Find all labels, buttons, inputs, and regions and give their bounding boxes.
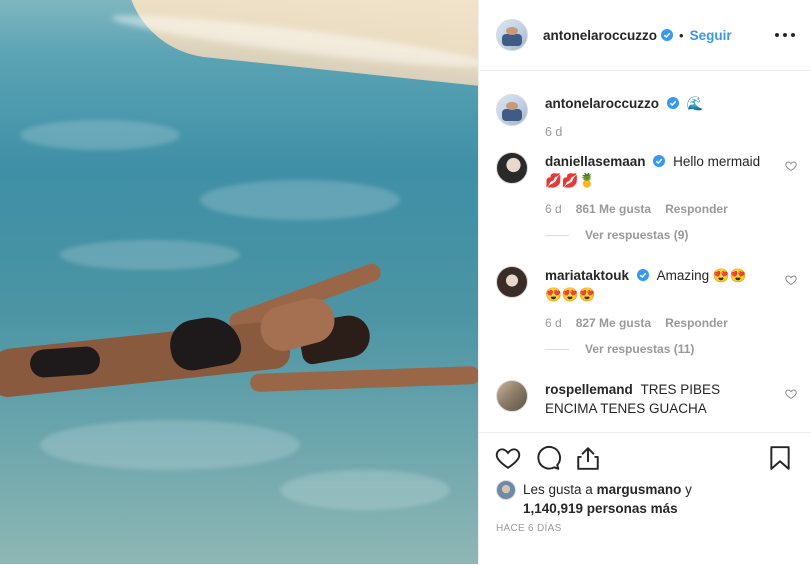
- liker-avatar[interactable]: [496, 480, 516, 500]
- likes-prefix: Les gusta a: [523, 482, 593, 497]
- likes-summary: Les gusta a margusmano y 1,140,919 perso…: [496, 480, 692, 518]
- verified-badge-icon: [666, 97, 679, 109]
- comment-content-line2: 😍😍😍: [545, 287, 596, 302]
- likes-conjunction: y: [685, 482, 692, 497]
- separator-dot: •: [679, 27, 684, 43]
- photo-ripple: [200, 180, 400, 220]
- comment-item: mariataktouk Amazing 😍😍 😍😍😍 6 d 827 Me g…: [496, 266, 797, 356]
- share-icon[interactable]: [575, 445, 601, 471]
- comment-text: daniellasemaan Hello mermaid 💋💋🍍: [545, 152, 775, 190]
- comment-content: Amazing 😍😍: [656, 268, 747, 283]
- bookmark-icon[interactable]: [767, 445, 793, 471]
- comment-time[interactable]: 6 d: [545, 316, 562, 330]
- post-header: antonelaroccuzzo • Seguir: [479, 0, 811, 71]
- view-replies-label: Ver respuestas (11): [585, 342, 695, 356]
- comment-body: rospellemand TRES PIBES ENCIMA TENES GUA…: [545, 380, 797, 418]
- comment-item: daniellasemaan Hello mermaid 💋💋🍍 6 d 861…: [496, 152, 797, 242]
- caption: antonelaroccuzzo 🌊 6 d: [496, 94, 796, 139]
- comments-list[interactable]: antonelaroccuzzo 🌊 6 d daniellasemaan He…: [479, 72, 811, 432]
- comment-content: Hello mermaid: [673, 154, 761, 169]
- author-username[interactable]: antonelaroccuzzo: [543, 28, 657, 43]
- comment-text: mariataktouk Amazing 😍😍 😍😍😍: [545, 266, 775, 304]
- photo-ripple: [40, 420, 300, 470]
- caption-text: antonelaroccuzzo 🌊: [545, 94, 775, 113]
- action-bar: [495, 445, 795, 473]
- heart-icon[interactable]: [495, 445, 521, 471]
- photo-swimwear: [29, 345, 101, 379]
- comment-heart-icon[interactable]: [785, 274, 797, 286]
- commenter-avatar[interactable]: [496, 380, 528, 412]
- view-replies-label: Ver respuestas (9): [585, 228, 689, 242]
- caption-time[interactable]: 6 d: [545, 125, 775, 139]
- comment-text: rospellemand TRES PIBES ENCIMA TENES GUA…: [545, 380, 775, 418]
- commenter-avatar[interactable]: [496, 266, 528, 298]
- commenter-avatar[interactable]: [496, 152, 528, 184]
- photo-ripple: [20, 120, 180, 150]
- comment-likes[interactable]: 861 Me gusta: [576, 202, 651, 216]
- post-actions: Les gusta a margusmano y 1,140,919 perso…: [479, 432, 811, 565]
- comment-body: daniellasemaan Hello mermaid 💋💋🍍 6 d 861…: [545, 152, 797, 242]
- comment-likes[interactable]: 827 Me gusta: [576, 316, 651, 330]
- photo-ripple: [60, 240, 240, 270]
- comment-meta: 6 d 827 Me gusta Responder: [545, 316, 775, 330]
- author-info: antonelaroccuzzo • Seguir: [543, 28, 732, 43]
- reply-button[interactable]: Responder: [665, 202, 728, 216]
- comment-heart-icon[interactable]: [785, 160, 797, 172]
- verified-badge-icon: [661, 29, 674, 41]
- comment-heart-icon[interactable]: [785, 388, 797, 400]
- comment-content-line2: 💋💋🍍: [545, 173, 596, 188]
- comment-content: TRES PIBES: [640, 382, 721, 397]
- photo-ripple: [280, 470, 450, 510]
- follow-button[interactable]: Seguir: [690, 28, 732, 43]
- author-avatar[interactable]: [496, 19, 528, 51]
- replies-divider: [545, 234, 569, 236]
- post-side-panel: antonelaroccuzzo • Seguir antonelaroccuz…: [478, 0, 811, 564]
- view-replies-button[interactable]: Ver respuestas (9): [545, 228, 775, 242]
- author-avatar[interactable]: [496, 94, 528, 126]
- comment-time[interactable]: 6 d: [545, 202, 562, 216]
- reply-button[interactable]: Responder: [665, 316, 728, 330]
- comment-username[interactable]: mariataktouk: [545, 268, 629, 283]
- comment-content-line2: ENCIMA TENES GUACHA: [545, 401, 707, 416]
- comment-meta: 6 d 861 Me gusta Responder: [545, 202, 775, 216]
- caption-body: antonelaroccuzzo 🌊 6 d: [545, 94, 775, 139]
- verified-badge-icon: [653, 155, 666, 167]
- post-photo[interactable]: [0, 0, 478, 564]
- post-date[interactable]: HACE 6 DÍAS: [496, 523, 562, 534]
- replies-divider: [545, 348, 569, 350]
- liker-username[interactable]: margusmano: [597, 482, 682, 497]
- more-options-icon[interactable]: [775, 26, 795, 44]
- comment-username[interactable]: rospellemand: [545, 382, 633, 397]
- view-replies-button[interactable]: Ver respuestas (11): [545, 342, 775, 356]
- photo-arm: [249, 365, 478, 393]
- verified-badge-icon: [636, 269, 649, 281]
- caption-username[interactable]: antonelaroccuzzo: [545, 96, 659, 111]
- likes-text: Les gusta a margusmano y 1,140,919 perso…: [523, 480, 692, 518]
- comment-username[interactable]: daniellasemaan: [545, 154, 646, 169]
- caption-emoji: 🌊: [686, 96, 704, 111]
- comment-item: rospellemand TRES PIBES ENCIMA TENES GUA…: [496, 380, 797, 418]
- comment-body: mariataktouk Amazing 😍😍 😍😍😍 6 d 827 Me g…: [545, 266, 797, 356]
- likes-count[interactable]: 1,140,919 personas más: [523, 501, 678, 516]
- comment-icon[interactable]: [535, 445, 561, 471]
